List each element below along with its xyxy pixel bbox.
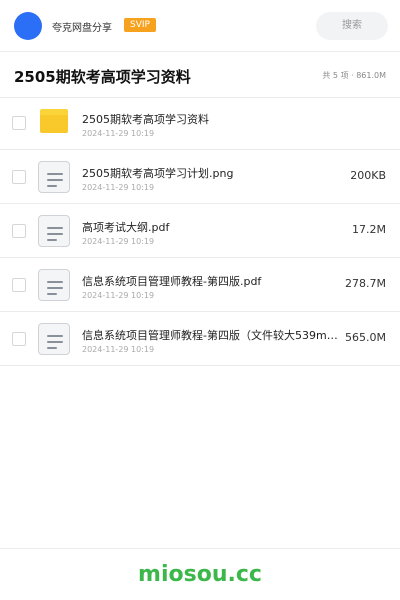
username: 夸克网盘分享 — [52, 23, 112, 34]
list-item[interactable]: 2505期软考高项学习计划.png 2024-11-29 10:19 200KB — [0, 150, 400, 204]
page-title: 2505期软考高项学习资料 — [14, 68, 191, 86]
file-size: 565.0M — [345, 331, 386, 344]
document-icon — [38, 215, 70, 247]
file-date: 2024-11-29 10:19 — [82, 237, 155, 246]
file-name: 2505期软考高项学习计划.png — [82, 167, 234, 180]
file-date: 2024-11-29 10:19 — [82, 129, 155, 138]
checkbox[interactable] — [12, 224, 26, 238]
file-date: 2024-11-29 10:19 — [82, 183, 155, 192]
file-name: 高项考试大纲.pdf — [82, 221, 170, 234]
checkbox[interactable] — [12, 278, 26, 292]
folder-header: 2505期软考高项学习资料 共 5 项 · 861.0M — [0, 52, 400, 98]
file-size: 278.7M — [345, 277, 386, 290]
file-size: 200KB — [350, 169, 386, 182]
checkbox[interactable] — [12, 116, 26, 130]
list-item[interactable]: 信息系统项目管理师教程-第四版.pdf 2024-11-29 10:19 278… — [0, 258, 400, 312]
file-list: 2505期软考高项学习资料 2024-11-29 10:19 2505期软考高项… — [0, 96, 400, 366]
file-size: 17.2M — [352, 223, 386, 236]
document-icon — [38, 269, 70, 301]
file-name: 信息系统项目管理师教程-第四版.pdf — [82, 275, 262, 288]
folder-summary: 共 5 项 · 861.0M — [322, 71, 386, 80]
folder-icon — [38, 107, 70, 139]
checkbox[interactable] — [12, 332, 26, 346]
document-icon — [38, 323, 70, 355]
avatar[interactable] — [14, 12, 42, 40]
top-bar: 夸克网盘分享 SVIP 搜索 — [0, 0, 400, 52]
checkbox[interactable] — [12, 170, 26, 184]
search-button[interactable]: 搜索 — [316, 12, 388, 40]
list-item[interactable]: 信息系统项目管理师教程-第四版（文件较大539m）… 2024-11-29 10… — [0, 312, 400, 366]
document-icon — [38, 161, 70, 193]
list-item[interactable]: 高项考试大纲.pdf 2024-11-29 10:19 17.2M — [0, 204, 400, 258]
file-date: 2024-11-29 10:19 — [82, 291, 155, 300]
site-logo[interactable]: miosou.cc — [0, 562, 400, 587]
footer: miosou.cc — [0, 548, 400, 600]
list-item[interactable]: 2505期软考高项学习资料 2024-11-29 10:19 — [0, 96, 400, 150]
file-name: 2505期软考高项学习资料 — [82, 113, 209, 126]
file-date: 2024-11-29 10:19 — [82, 345, 155, 354]
svip-badge: SVIP — [124, 18, 156, 32]
file-name: 信息系统项目管理师教程-第四版（文件较大539m）… — [82, 329, 348, 342]
